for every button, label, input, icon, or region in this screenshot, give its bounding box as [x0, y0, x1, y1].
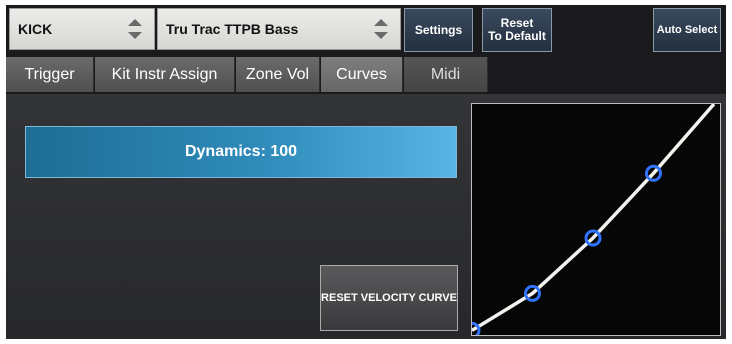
tab-midi[interactable]: Midi	[404, 57, 488, 92]
reset-velocity-curve-button[interactable]: RESET VELOCITY CURVE	[320, 265, 458, 331]
up-down-arrows-icon	[374, 19, 388, 39]
auto-select-label: Auto Select	[656, 23, 718, 36]
tab-curves[interactable]: Curves	[321, 57, 403, 92]
tab-bar: Trigger Kit Instr Assign Zone Vol Curves…	[6, 57, 726, 95]
up-down-arrows-icon	[128, 19, 142, 39]
tab-trigger[interactable]: Trigger	[6, 57, 94, 92]
reset-to-default-button[interactable]: Reset To Default	[482, 8, 552, 52]
top-bar: KICK Tru Trac TTPB Bass Settings Reset T…	[6, 5, 726, 57]
tab-curves-label: Curves	[336, 65, 387, 83]
instrument-select-value: Tru Trac TTPB Bass	[166, 21, 299, 37]
tab-trigger-label: Trigger	[24, 65, 75, 83]
pad-select[interactable]: KICK	[9, 8, 155, 50]
pad-select-value: KICK	[18, 21, 53, 37]
dynamics-label: Dynamics: 100	[184, 143, 298, 160]
dynamics-slider[interactable]: Dynamics: 100	[25, 126, 457, 178]
reset-velocity-curve-label: RESET VELOCITY CURVE	[321, 292, 457, 304]
auto-select-button[interactable]: Auto Select	[653, 8, 721, 52]
curves-panel: Dynamics: 100 RESET VELOCITY CURVE	[6, 94, 726, 339]
reset-label-line2: To Default	[488, 29, 546, 43]
velocity-curve-editor[interactable]	[463, 102, 721, 339]
tab-kit-instr-assign[interactable]: Kit Instr Assign	[95, 57, 235, 92]
tab-kit-instr-assign-label: Kit Instr Assign	[111, 65, 218, 83]
settings-label: Settings	[414, 22, 463, 37]
tab-zone-vol[interactable]: Zone Vol	[236, 57, 320, 92]
tab-zone-vol-label: Zone Vol	[245, 65, 310, 83]
tab-midi-label: Midi	[430, 65, 461, 83]
instrument-select[interactable]: Tru Trac TTPB Bass	[157, 8, 401, 50]
velocity-curve-graph	[463, 102, 716, 339]
settings-button[interactable]: Settings	[404, 8, 473, 52]
velocity-curve-line	[471, 102, 716, 332]
app-frame: KICK Tru Trac TTPB Bass Settings Reset T…	[6, 5, 726, 339]
